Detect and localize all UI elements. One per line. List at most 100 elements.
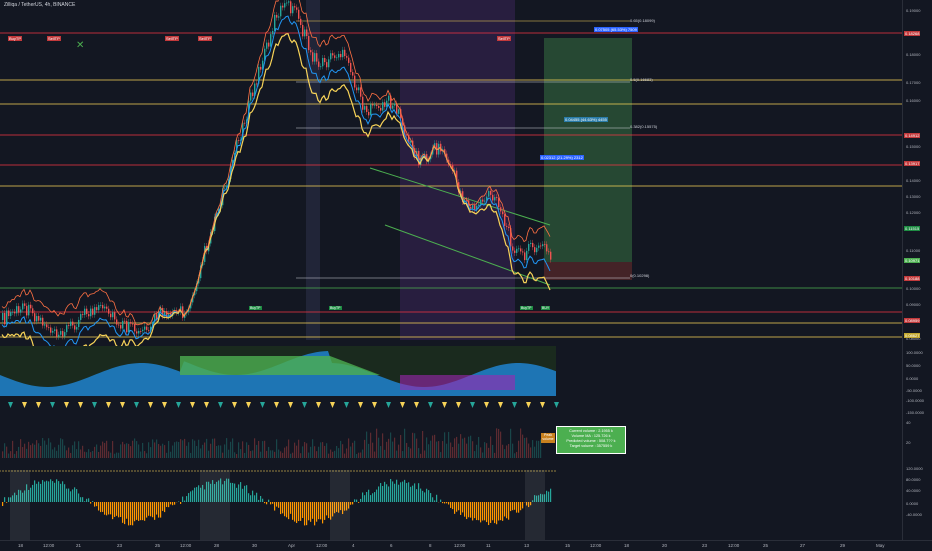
marker-triangle: [22, 402, 27, 408]
target-box-1[interactable]: 0.07505 (65.53%) 7509: [594, 27, 638, 32]
volume-bar: [324, 446, 325, 458]
histogram-bar: [132, 502, 133, 525]
dot-marker: [98, 470, 99, 471]
candle: [252, 93, 253, 97]
volume-bar: [430, 441, 431, 458]
candle: [260, 67, 261, 70]
volume-bar: [262, 441, 263, 458]
volume-bar: [300, 453, 301, 458]
volume-bar: [190, 453, 191, 458]
volume-bar: [408, 447, 409, 458]
volume-bar: [36, 440, 37, 458]
histogram-bar: [326, 502, 327, 515]
highlight-zone: [330, 470, 350, 540]
time-label: 13: [524, 543, 529, 548]
volume-bar: [526, 438, 527, 458]
time-axis[interactable]: 18 12:00 21 23 25 12:00 28 30 Apr 12:00 …: [0, 540, 932, 551]
dot-marker: [545, 470, 546, 471]
candle: [394, 104, 395, 106]
volume-bar: [50, 442, 51, 458]
target-box-3[interactable]: 0.02312 (21.29%) 2312: [540, 155, 584, 160]
dot-marker: [320, 470, 321, 471]
volume-bar: [204, 443, 205, 458]
volume-bar: [22, 447, 23, 458]
dot-marker: [242, 470, 243, 471]
volume-bar: [510, 429, 511, 458]
histogram-bar: [270, 502, 271, 504]
marker-triangle: [372, 402, 377, 408]
histogram-bar: [320, 502, 321, 519]
volume-bar: [88, 449, 89, 458]
volume-bar: [96, 444, 97, 458]
volume-bar: [328, 454, 329, 458]
volume-bar: [464, 438, 465, 458]
dot-marker: [2, 470, 3, 471]
candle: [266, 43, 267, 49]
price-axis[interactable]: 0.19000 0.18000 0.17000 0.16000 0.15000 …: [902, 0, 932, 540]
histogram-bar: [412, 486, 413, 502]
time-label: 12:00: [180, 543, 191, 548]
candle: [66, 325, 67, 332]
target-box-2[interactable]: 0.04455 (44.63%) 4455: [564, 117, 608, 122]
candle: [24, 303, 25, 305]
volume-bar: [182, 440, 183, 458]
candle: [126, 321, 127, 332]
volume-bar: [502, 445, 503, 458]
candle: [80, 314, 81, 320]
candle: [72, 322, 73, 326]
vol-label: 20: [906, 440, 910, 445]
histogram-bar: [64, 484, 65, 502]
volume-bar: [64, 446, 65, 458]
candle: [520, 248, 521, 251]
dot-marker: [380, 470, 381, 471]
fib-label-050: 0.5(0.16683): [630, 77, 653, 82]
time-label: 15: [565, 543, 570, 548]
volume-bar: [380, 446, 381, 458]
histogram-bar: [480, 502, 481, 522]
chart-area[interactable]: [0, 0, 902, 550]
volume-bar: [484, 442, 485, 458]
marker-triangle: [134, 402, 139, 408]
volume-bar: [32, 443, 33, 458]
volume-bar: [90, 452, 91, 458]
dot-marker: [236, 470, 237, 471]
candle: [144, 327, 145, 330]
histogram-bar: [434, 500, 435, 502]
candle: [530, 243, 531, 244]
volume-bar: [260, 452, 261, 458]
volume-bar: [280, 451, 281, 458]
time-label: 11: [486, 543, 491, 548]
dot-marker: [362, 470, 363, 471]
volume-bar: [326, 443, 327, 458]
dot-marker: [383, 470, 384, 471]
price-tag: 0.18268: [904, 31, 920, 36]
dot-marker: [281, 470, 282, 471]
dot-marker: [173, 470, 174, 471]
marker-triangle: [484, 402, 489, 408]
volume-bar: [348, 438, 349, 458]
dot-marker: [68, 470, 69, 471]
volume-bar: [244, 453, 245, 458]
close-x-icon[interactable]: ✕: [76, 40, 84, 51]
dot-marker: [275, 470, 276, 471]
histogram-bar: [250, 495, 251, 502]
chart-canvas[interactable]: [0, 0, 902, 540]
dot-marker: [155, 470, 156, 471]
dot-marker: [551, 470, 552, 471]
histogram-bar: [462, 502, 463, 512]
time-label: Apr: [288, 543, 295, 548]
histogram-bar: [232, 483, 233, 502]
dot-marker: [395, 470, 396, 471]
volume-bar: [76, 449, 77, 458]
candle: [84, 309, 85, 315]
marker-triangle: [204, 402, 209, 408]
candle: [474, 205, 475, 209]
candle: [90, 309, 91, 317]
volume-bar: [320, 442, 321, 458]
candle: [532, 243, 533, 247]
symbol-title[interactable]: Zilliqa / TetherUS, 4h, BINANCE: [4, 2, 75, 8]
event-label-6: BuyTP: [249, 306, 262, 310]
histogram-bar: [4, 497, 5, 502]
volume-bar: [184, 439, 185, 458]
histogram-bar: [280, 502, 281, 514]
